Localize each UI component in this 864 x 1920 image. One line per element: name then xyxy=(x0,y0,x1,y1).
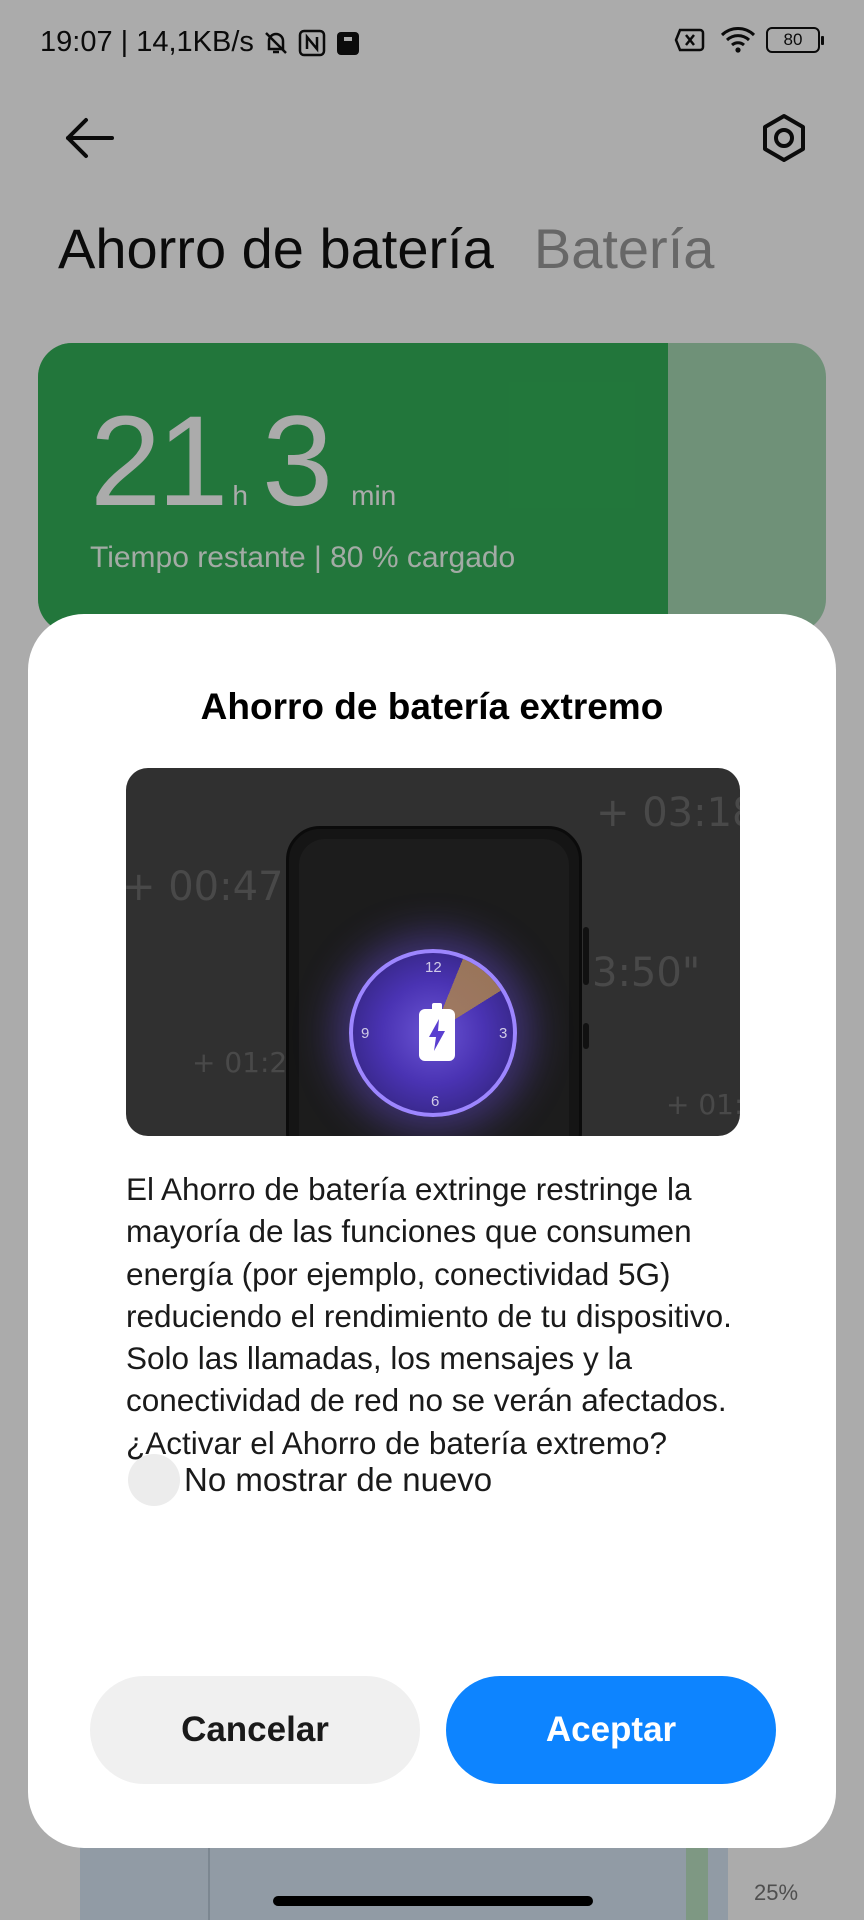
dont-show-again-option[interactable]: No mostrar de nuevo xyxy=(128,1454,492,1506)
clock-number: 6 xyxy=(431,1093,440,1110)
phone-side-button xyxy=(583,1023,589,1049)
extreme-saver-illustration: + 03:18 + 00:47" 3:50" + 01:2 + 01: 12 3… xyxy=(126,768,740,1136)
phone-illustration: 12 3 6 9 xyxy=(286,826,589,1136)
cancel-button[interactable]: Cancelar xyxy=(90,1676,420,1784)
accept-button[interactable]: Aceptar xyxy=(446,1676,776,1784)
illustration-ghost-time: + 03:18 xyxy=(596,790,740,836)
dialog-title: Ahorro de batería extremo xyxy=(200,686,664,727)
home-indicator[interactable] xyxy=(273,1896,593,1906)
clock-number: 3 xyxy=(499,1025,508,1042)
clock-number: 12 xyxy=(425,959,442,976)
illustration-ghost-time: + 01: xyxy=(666,1088,740,1121)
phone-side-button xyxy=(583,927,589,985)
dont-show-again-checkbox[interactable] xyxy=(128,1454,180,1506)
dialog-message: El Ahorro de batería extringe restringe … xyxy=(126,1171,732,1461)
illustration-ghost-time: 3:50" xyxy=(592,950,701,996)
illustration-ghost-time: + 01:2 xyxy=(192,1046,288,1079)
clock-illustration: 12 3 6 9 xyxy=(349,949,517,1117)
clock-number: 9 xyxy=(361,1025,370,1042)
illustration-ghost-time: + 00:47" xyxy=(126,864,302,910)
extreme-saver-dialog: Ahorro de batería extremo + 03:18 + 00:4… xyxy=(28,614,836,1848)
battery-bolt-icon xyxy=(419,1009,455,1061)
dont-show-again-label: No mostrar de nuevo xyxy=(184,1461,493,1498)
